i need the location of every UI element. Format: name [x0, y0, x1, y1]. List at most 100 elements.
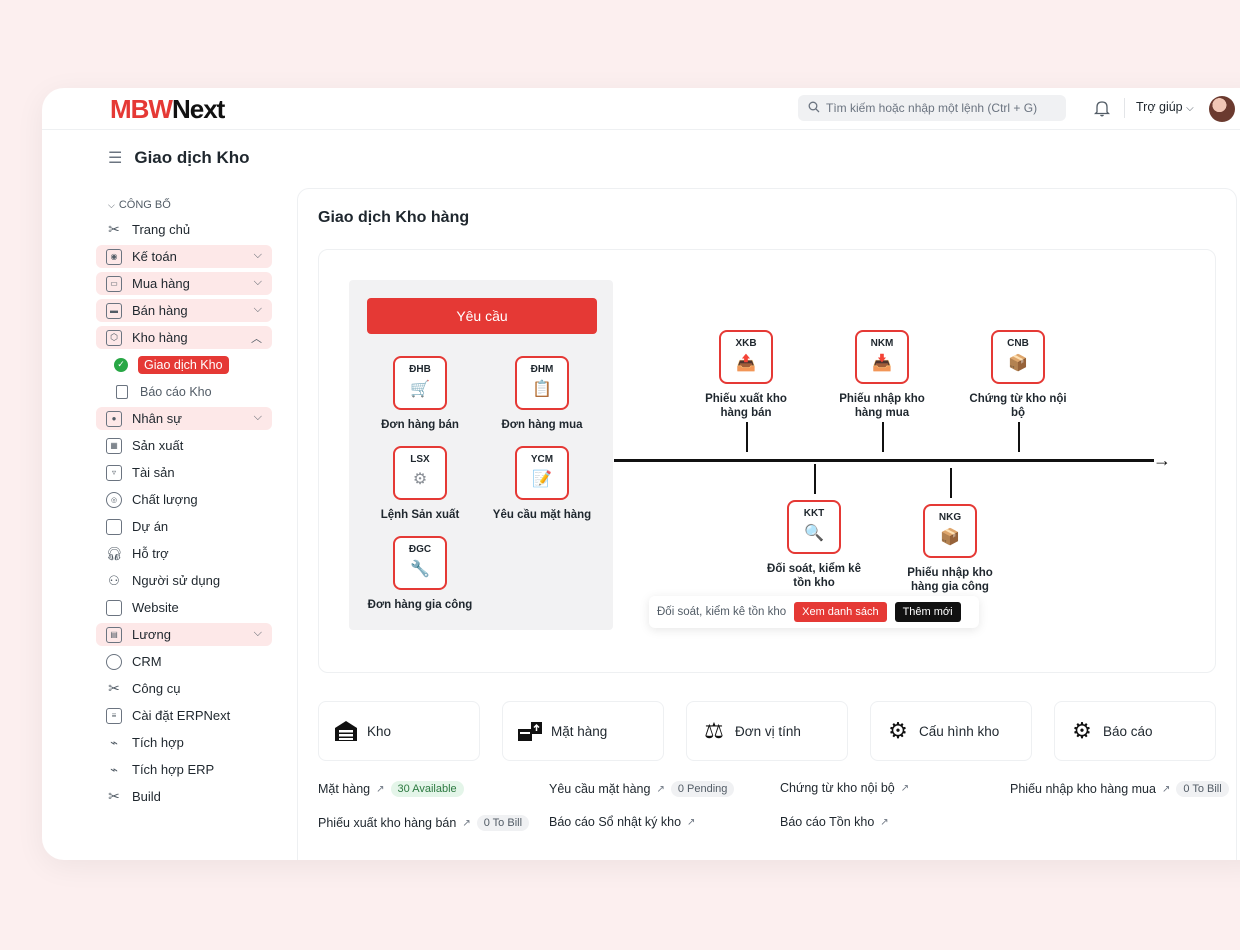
sidebar-item-buying[interactable]: ▭ Mua hàng ⌵: [96, 272, 272, 295]
node-sales-order[interactable]: ĐHB 🛒 Đơn hàng bán: [355, 356, 485, 432]
node-box: LSX ⚙: [393, 446, 447, 500]
node-label: Phiếu nhập kho hàng mua: [839, 393, 925, 419]
link-label: Báo cáo Tồn kho: [780, 815, 875, 829]
node-tooltip: Đối soát, kiểm kê tồn kho Xem danh sách …: [649, 596, 979, 628]
plug-icon: ⌁: [110, 761, 118, 777]
chevron-down-icon: ⌵: [108, 199, 115, 210]
top-bar: MBWNext Tìm kiếm hoặc nhập một lệnh (Ctr…: [42, 88, 1240, 130]
link-stock-ledger[interactable]: Báo cáo Sổ nhật ký kho ↗: [549, 815, 695, 829]
node-box: KKT 🔍: [787, 500, 841, 554]
link-items[interactable]: Mặt hàng ↗ 30 Available: [318, 781, 464, 797]
link-purchase-receipt[interactable]: Phiếu nhập kho hàng mua ↗ 0 To Bill: [1010, 781, 1229, 797]
node-box: XKB 📤: [719, 330, 773, 384]
sidebar-item-label: Build: [132, 789, 161, 804]
sidebar-item-hr[interactable]: ● Nhân sự ⌵: [96, 407, 272, 430]
help-menu[interactable]: Trợ giúp ⌵: [1136, 100, 1194, 114]
wrench-icon: 🔧: [410, 561, 430, 578]
sidebar-subitem-label: Giao dịch Kho: [138, 355, 229, 374]
sidebar-item-label: Chất lượng: [132, 492, 198, 507]
timeline-axis: [614, 459, 1154, 462]
quick-links: Mặt hàng ↗ 30 Available Yêu cầu mặt hàng…: [318, 781, 1238, 851]
sidebar-item-label: Dự án: [132, 519, 169, 534]
card-label: Báo cáo: [1103, 723, 1153, 739]
link-label: Báo cáo Sổ nhật ký kho: [549, 815, 682, 829]
gear-icon: ⚙: [888, 718, 908, 743]
sidebar-item-accounting[interactable]: ◉ Kế toán ⌵: [96, 245, 272, 268]
sidebar-item-payroll[interactable]: ▤ Lương ⌵: [96, 623, 272, 646]
quality-icon: ◎: [106, 491, 122, 508]
document-icon: [116, 384, 128, 399]
sidebar-item-selling[interactable]: ▬ Bán hàng ⌵: [96, 299, 272, 322]
node-label: Đơn hàng mua: [501, 419, 583, 431]
node-stock-entry[interactable]: CNB 📦 Chứng từ kho nội bộ: [953, 330, 1083, 420]
view-list-button[interactable]: Xem danh sách: [794, 602, 887, 622]
link-label: Mặt hàng: [318, 782, 371, 796]
search-icon: [808, 101, 820, 116]
node-code: ĐHB: [409, 364, 431, 375]
menu-icon[interactable]: ☰: [108, 148, 122, 168]
sidebar-item-stock[interactable]: ⬡ Kho hàng ︿: [96, 326, 272, 349]
sidebar-item-label: Kế toán: [132, 249, 177, 264]
node-box: ĐHM 📋: [515, 356, 569, 410]
node-delivery-note[interactable]: XKB 📤 Phiếu xuất kho hàng bán: [681, 330, 811, 420]
sidebar-item-label: Công cụ: [132, 681, 181, 696]
link-stock-entry[interactable]: Chứng từ kho nội bộ ↗: [780, 781, 909, 795]
node-box: NKM 📥: [855, 330, 909, 384]
shortcut-warehouse[interactable]: Kho: [318, 701, 480, 761]
warehouse-icon: [333, 718, 359, 744]
shortcut-reports[interactable]: ⚙ Báo cáo: [1054, 701, 1216, 761]
link-label: Phiếu xuất kho hàng bán: [318, 816, 457, 830]
card-label: Đơn vị tính: [735, 723, 801, 739]
bell-icon[interactable]: [1093, 99, 1111, 117]
arrow-up-right-icon: ↗: [880, 816, 889, 828]
arrow-up-right-icon: ↗: [376, 783, 385, 795]
node-stock-reconciliation[interactable]: KKT 🔍 Đối soát, kiểm kê tồn kho: [749, 500, 879, 590]
node-code: LSX: [410, 454, 430, 465]
shortcut-uom[interactable]: ⚖ Đơn vị tính: [686, 701, 848, 761]
node-code: YCM: [530, 454, 554, 465]
sidebar-item-label: Tích hợp ERP: [132, 762, 215, 777]
sidebar-item-label: CRM: [132, 654, 162, 669]
node-subcontracting-order[interactable]: ĐGC 🔧 Đơn hàng gia công: [355, 536, 485, 612]
connector-line: [950, 468, 952, 498]
node-purchase-receipt[interactable]: NKM 📥 Phiếu nhập kho hàng mua: [817, 330, 947, 420]
tools-icon: ✂: [108, 680, 120, 696]
outbox-icon: 📤: [736, 355, 756, 372]
sidebar-item-label: Sản xuất: [132, 438, 184, 453]
arrow-right-icon: →: [1153, 450, 1171, 470]
logo[interactable]: MBWNext: [110, 94, 225, 125]
pie-chart-icon: [106, 653, 122, 670]
link-delivery-note[interactable]: Phiếu xuất kho hàng bán ↗ 0 To Bill: [318, 815, 530, 831]
asset-icon: ▿: [106, 464, 122, 481]
node-box: CNB 📦: [991, 330, 1045, 384]
link-stock-balance[interactable]: Báo cáo Tồn kho ↗: [780, 815, 889, 829]
link-material-request[interactable]: Yêu cầu mặt hàng ↗ 0 Pending: [549, 781, 735, 797]
arrow-up-right-icon: ↗: [656, 783, 665, 795]
package-icon: 📦: [1008, 355, 1028, 372]
shortcut-stock-settings[interactable]: ⚙ Cấu hình kho: [870, 701, 1032, 761]
node-purchase-order[interactable]: ĐHM 📋 Đơn hàng mua: [477, 356, 607, 432]
add-new-button[interactable]: Thêm mới: [894, 602, 961, 622]
bag-icon: ▭: [106, 275, 122, 292]
sidebar-section-label: CÔNG BỐ: [118, 199, 171, 211]
divider: [1124, 98, 1125, 118]
node-label: Chứng từ kho nội bộ: [969, 393, 1067, 419]
headset-icon: 🎧︎: [105, 545, 123, 561]
sidebar-item-label: Trang chủ: [132, 222, 191, 237]
chevron-down-icon: ⌵: [253, 627, 262, 639]
node-code: ĐHM: [530, 364, 554, 375]
browser-icon: [106, 599, 122, 616]
search-input[interactable]: Tìm kiếm hoặc nhập một lệnh (Ctrl + G): [798, 95, 1066, 121]
node-subcontracting-receipt[interactable]: NKG 📦 Phiếu nhập kho hàng gia công: [885, 504, 1015, 594]
avatar[interactable]: [1209, 96, 1235, 122]
search-placeholder: Tìm kiếm hoặc nhập một lệnh (Ctrl + G): [826, 101, 1038, 115]
shortcut-items[interactable]: Mặt hàng: [502, 701, 664, 761]
sidebar-item-label: Hỗ trợ: [132, 546, 169, 561]
count-badge: 0 To Bill: [476, 815, 530, 831]
count-badge: 0 Pending: [670, 781, 735, 797]
node-material-request[interactable]: YCM 📝 Yêu cầu mặt hàng: [477, 446, 607, 522]
request-button[interactable]: Yêu cầu: [367, 298, 597, 334]
database-icon: ≡: [106, 707, 122, 724]
help-label: Trợ giúp: [1136, 100, 1183, 114]
node-work-order[interactable]: LSX ⚙ Lệnh Sản xuất: [355, 446, 485, 522]
